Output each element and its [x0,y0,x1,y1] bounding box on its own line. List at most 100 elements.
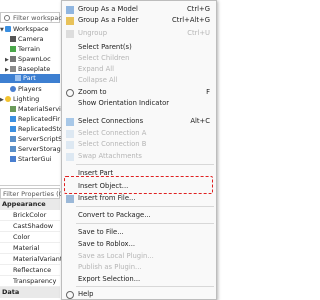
menu-export-selection[interactable]: Export Selection... [62,274,216,285]
tree-item-label: Camera [18,35,44,43]
menu-select-children[interactable]: Select Children [62,53,216,64]
menu-label: Ungroup [78,29,108,37]
section-appearance-label: Appearance [2,200,46,208]
tree-item-label: Players [18,85,42,93]
menu-help[interactable]: Help [62,289,216,300]
menu-save-to-file[interactable]: Save to File... [62,227,216,238]
tree-item-lighting[interactable]: ▶ Lighting [0,95,39,104]
context-menu: Group As a Model Ctrl+G Group As a Folde… [61,0,217,300]
prop-materialvariant[interactable]: MaterialVariant [0,254,62,265]
tree-item-baseplate[interactable]: ▶ Baseplate [5,65,50,74]
menu-separator [76,206,214,207]
menu-publish-as-plugin[interactable]: Publish as Plugin... [62,262,216,273]
tree-item-label: ServerStorag [18,145,61,153]
menu-ungroup[interactable]: Ungroup Ctrl+U [62,28,216,39]
properties-filter-input[interactable]: Filter Properties (Ctrl+ [0,188,76,199]
menu-show-orientation-indicator[interactable]: Show Orientation Indicator [62,98,216,109]
menu-shortcut: Ctrl+Alt+G [172,16,210,24]
connections-icon [66,118,74,126]
menu-save-as-local-plugin[interactable]: Save as Local Plugin... [62,251,216,262]
tree-item-label: ReplicatedFir [18,115,60,123]
menu-swap-attachments[interactable]: Swap Attachments [62,151,216,162]
section-data[interactable]: Data [0,287,60,298]
folder-icon [66,17,74,25]
menu-label: Publish as Plugin... [78,263,142,271]
replicated-first-icon [10,116,16,122]
server-script-service-icon [10,136,16,142]
tree-item-materialservice[interactable]: MaterialServi [5,105,61,114]
prop-material[interactable]: Material [0,243,60,254]
menu-label: Insert from File... [78,194,136,202]
menu-select-connection-a[interactable]: Select Connection A [62,128,216,139]
menu-label: Select Parent(s) [78,43,132,51]
menu-group-as-folder[interactable]: Group As a Folder Ctrl+Alt+G [62,15,216,26]
prop-brickcolor[interactable]: BrickColor [0,210,60,221]
tree-item-label: Workspace [13,25,49,33]
menu-label: Save as Local Plugin... [78,252,154,260]
tree-item-players[interactable]: Players [5,85,42,94]
menu-label: Zoom to [78,88,107,96]
material-service-icon [10,106,16,112]
menu-separator [76,223,214,224]
menu-label: Group As a Model [78,5,138,13]
menu-label: Collapse All [78,76,118,84]
tree-item-label: SpawnLoc [18,55,51,63]
prop-reflectance[interactable]: Reflectance [0,265,60,276]
tree-item-label: Lighting [13,95,40,103]
menu-label: Export Selection... [78,275,141,283]
menu-label: Group As a Folder [78,16,139,24]
tree-item-workspace[interactable]: ▼ Workspace [0,25,49,34]
menu-label: Select Connections [78,117,144,125]
tree-item-spawnlocation[interactable]: ▶ SpawnLoc [5,55,51,64]
menu-group-as-model[interactable]: Group As a Model Ctrl+G [62,4,216,15]
lighting-icon [5,96,11,102]
menu-label: Save to File... [78,228,124,236]
explorer-filter-placeholder: Filter workspace [13,14,66,22]
prop-color[interactable]: Color [0,232,60,243]
tree-item-replicatedstorage[interactable]: ReplicatedSto [5,125,63,134]
explorer-panel: Filter workspace ▼ Workspace Camera Terra… [0,0,66,180]
menu-label: Expand All [78,65,115,73]
menu-expand-all[interactable]: Expand All [62,64,216,75]
menu-shortcut: F [206,88,210,96]
tree-item-label: ServerScriptS [18,135,63,143]
tree-item-label: ReplicatedSto [18,125,63,133]
section-appearance[interactable]: Appearance [0,199,60,210]
menu-label: Select Children [78,54,130,62]
menu-shortcut: Ctrl+G [186,5,210,13]
menu-insert-from-file[interactable]: Insert from File... [62,193,216,204]
tree-item-serverscriptservice[interactable]: ServerScriptS [5,135,62,144]
menu-label: Show Orientation Indicator [78,99,170,107]
menu-save-to-roblox[interactable]: Save to Roblox... [62,239,216,250]
menu-label: Select Connection A [78,129,147,137]
menu-select-connection-b[interactable]: Select Connection B [62,139,216,150]
menu-zoom-to[interactable]: Zoom to F [62,87,216,98]
tree-item-serverstorage[interactable]: ServerStorag [5,145,61,154]
explorer-filter-input[interactable]: Filter workspace [0,12,66,23]
menu-label: Select Connection B [78,140,147,148]
ungroup-icon [66,30,74,38]
camera-icon [10,36,16,42]
tree-item-part[interactable]: Part [0,74,60,83]
players-icon [10,86,16,92]
tree-item-camera[interactable]: Camera [10,35,44,44]
part-icon [10,66,16,72]
prop-castshadow[interactable]: CastShadow [0,221,60,232]
tree-item-startergui[interactable]: StarterGui [5,155,52,164]
menu-shortcut: Ctrl+U [187,29,210,37]
menu-label: Swap Attachments [78,152,142,160]
tree-item-label: Part [23,74,36,82]
menu-separator [76,286,214,287]
prop-transparency[interactable]: Transparency [0,276,60,287]
menu-label: Help [78,290,94,298]
menu-convert-to-package[interactable]: Convert to Package... [62,210,216,221]
tree-item-label: MaterialServi [18,105,61,113]
menu-select-connections[interactable]: Select Connections Alt+C [62,116,216,127]
menu-select-parents[interactable]: Select Parent(s) [62,42,216,53]
menu-collapse-all[interactable]: Collapse All [62,75,216,86]
help-icon [66,291,74,299]
tree-item-terrain[interactable]: Terrain [10,45,40,54]
properties-panel: Filter Properties (Ctrl+ Appearance Bric… [0,185,76,300]
tree-item-replicatedfirst[interactable]: ReplicatedFir [5,115,60,124]
zoom-icon [66,89,74,97]
